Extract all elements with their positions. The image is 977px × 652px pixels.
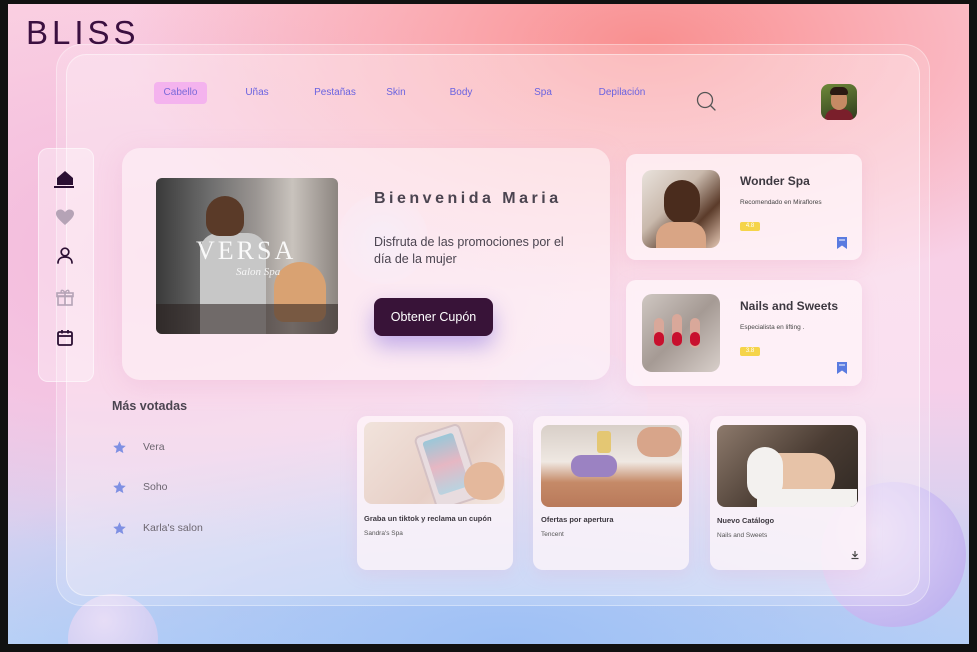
avatar-shirt <box>825 109 853 120</box>
avatar[interactable] <box>821 84 857 120</box>
star-icon <box>113 522 126 535</box>
top-voted-title: Más votadas <box>112 399 188 413</box>
hair-shape <box>664 180 700 224</box>
app-background: BLISS Cabello Uñas Pestañas Skin Body Sp… <box>8 4 969 644</box>
promo-title: Ofertas por apertura <box>541 515 614 524</box>
salon-logo-text: VERSA <box>196 236 297 265</box>
head-shape <box>637 427 681 457</box>
welcome-title: Bienvenida Maria <box>374 190 562 207</box>
salon-photo: VERSA Salon Spa <box>156 178 338 334</box>
rating-badge: 3.8 <box>740 347 760 356</box>
promo-image <box>541 425 682 507</box>
promo-subtitle: Sandra's Spa <box>364 530 403 537</box>
spa-subtitle: Especialista en lifting . <box>740 324 805 331</box>
salon-name: Vera <box>143 441 165 453</box>
promo-subtitle: Tencent <box>541 531 564 538</box>
get-coupon-button[interactable]: Obtener Cupón <box>374 298 493 336</box>
promo-image <box>717 425 858 507</box>
salon-name: Soho <box>143 481 168 493</box>
hand-shape <box>464 462 504 500</box>
spa-name: Nails and Sweets <box>740 299 839 313</box>
star-icon <box>113 441 126 454</box>
oil-bottle <box>597 431 611 453</box>
search-icon[interactable] <box>695 90 717 112</box>
tab-cabello[interactable]: Cabello <box>154 82 207 104</box>
tab-body[interactable]: Body <box>444 82 478 104</box>
towel-shape <box>571 455 617 477</box>
spa-subtitle: Recomendado en Miraflores <box>740 199 822 206</box>
heart-icon[interactable] <box>53 205 77 229</box>
salon-name: Karla's salon <box>143 522 203 534</box>
tab-skin[interactable]: Skin <box>380 82 412 104</box>
rating-badge: 4.8 <box>740 222 760 231</box>
nail-polish <box>654 332 664 346</box>
stylist-hair <box>206 196 244 236</box>
salon-logo-subtext: Salon Spa <box>236 266 281 278</box>
white-sheet <box>757 489 857 507</box>
floor-shade <box>156 304 338 334</box>
spa-name: Wonder Spa <box>740 174 810 188</box>
avatar-hair <box>830 87 848 95</box>
gift-icon[interactable] <box>53 286 77 310</box>
user-icon[interactable] <box>53 244 77 268</box>
tab-spa[interactable]: Spa <box>527 82 559 104</box>
welcome-description: Disfruta de las promociones por el día d… <box>374 235 564 266</box>
star-icon <box>113 481 126 494</box>
download-icon[interactable] <box>850 550 860 560</box>
tab-depilacion[interactable]: Depilación <box>595 82 649 104</box>
spa-thumbnail <box>642 170 720 248</box>
tab-unas[interactable]: Uñas <box>234 82 280 104</box>
spa-thumbnail <box>642 294 720 372</box>
shoulder-shape <box>656 222 706 248</box>
bookmark-icon[interactable] <box>836 361 848 375</box>
promo-image <box>364 422 505 504</box>
promo-title: Graba un tiktok y reclama un cupón <box>364 514 492 523</box>
promo-subtitle: Nails and Sweets <box>717 532 768 539</box>
calendar-icon[interactable] <box>53 326 77 350</box>
nail-polish <box>690 332 700 346</box>
nail-polish <box>672 332 682 346</box>
bookmark-icon[interactable] <box>836 236 848 250</box>
active-indicator <box>54 186 74 188</box>
tab-pestanas[interactable]: Pestañas <box>308 82 362 104</box>
promo-title: Nuevo Catálogo <box>717 516 775 525</box>
